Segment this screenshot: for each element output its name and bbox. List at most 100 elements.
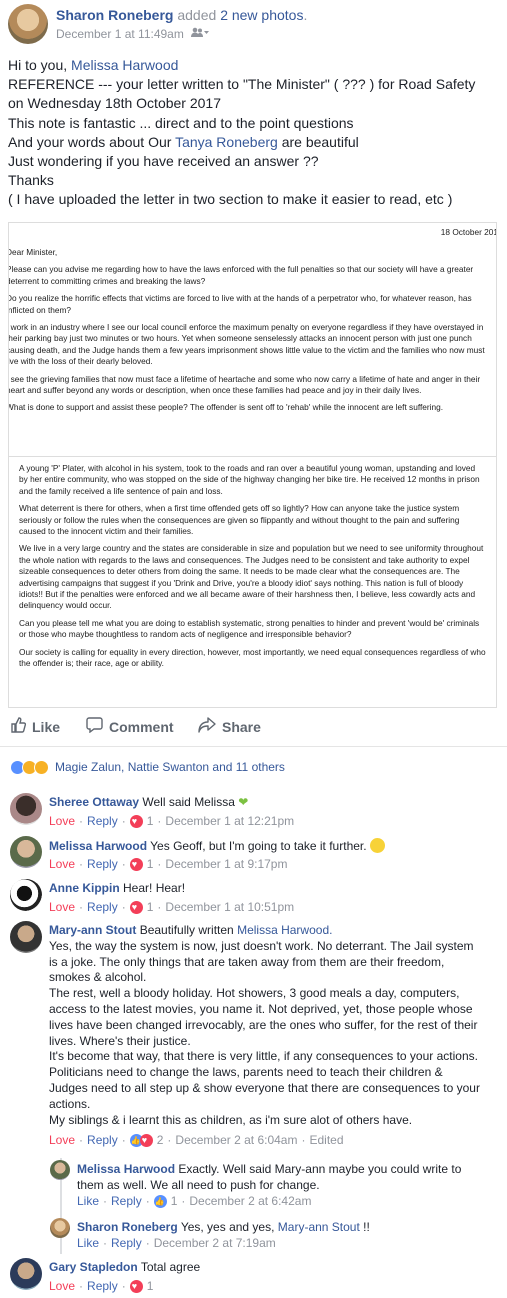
- letter-salutation: Dear Minister,: [8, 247, 58, 257]
- reply-time[interactable]: December 2 at 7:19am: [154, 1236, 276, 1250]
- comment-text: Anne Kippin Hear! Hear!: [49, 881, 499, 897]
- share-button[interactable]: Share: [198, 717, 261, 736]
- like-link[interactable]: Like: [77, 1236, 99, 1250]
- comment-line: Yes, the way the system is now, just doe…: [49, 938, 474, 953]
- comment-time[interactable]: December 2 at 6:04am: [175, 1133, 297, 1147]
- comment-time[interactable]: December 1 at 10:51pm: [165, 900, 294, 914]
- love-link[interactable]: Love: [49, 900, 75, 914]
- love-link[interactable]: Love: [49, 1279, 75, 1293]
- reply-text: Melissa Harwood Exactly. Well said Mary-…: [77, 1162, 497, 1194]
- letter2-paragraph: A young 'P' Plater, with alcohol in his …: [19, 463, 480, 496]
- commenter-avatar[interactable]: [10, 921, 42, 953]
- comment-line: It's become that way, that there is very…: [49, 1049, 478, 1064]
- reply-link[interactable]: Reply: [87, 900, 118, 914]
- mention-melissa-harwood[interactable]: Melissa Harwood.: [237, 923, 332, 937]
- body-line6: Just wondering if you have received an a…: [8, 153, 319, 170]
- reaction-names[interactable]: Magie Zalun, Nattie Swanton and 11 other…: [55, 760, 285, 774]
- commenter-name[interactable]: Mary-ann Stout: [49, 923, 136, 937]
- post-header: Sharon Roneberg added 2 new photos. Dece…: [8, 4, 503, 48]
- mention-tanya-roneberg[interactable]: Tanya Roneberg: [175, 134, 278, 150]
- love-reaction-icon: [129, 857, 143, 871]
- reaction-count[interactable]: 1: [147, 814, 154, 828]
- replier-name[interactable]: Melissa Harwood: [77, 1162, 175, 1176]
- mention-melissa-harwood[interactable]: Melissa Harwood: [71, 57, 178, 73]
- photos-link[interactable]: 2 new photos: [220, 7, 303, 23]
- comment-footer: Love · Reply · 1 · December 1 at 12:21pm: [49, 814, 294, 828]
- reply-link[interactable]: Reply: [87, 1133, 118, 1147]
- replier-avatar[interactable]: [50, 1160, 70, 1180]
- post-meta: December 1 at 11:49am: [56, 27, 210, 41]
- commenter-name[interactable]: Sheree Ottaway: [49, 795, 139, 809]
- comment-time[interactable]: December 1 at 9:17pm: [165, 857, 287, 871]
- commenter-avatar[interactable]: [10, 836, 42, 868]
- reply-link[interactable]: Reply: [87, 857, 118, 871]
- reply-link[interactable]: Reply: [111, 1236, 142, 1250]
- commenter-name[interactable]: Melissa Harwood: [49, 839, 147, 853]
- commenter-avatar[interactable]: [10, 793, 42, 825]
- comment-body-prefix: Beautifully written: [139, 923, 234, 937]
- comment-time[interactable]: December 1 at 12:21pm: [165, 814, 294, 828]
- letter-date: 18 October 201: [440, 227, 497, 237]
- commenter-name[interactable]: Anne Kippin: [49, 881, 120, 895]
- reply-link[interactable]: Reply: [111, 1194, 142, 1208]
- comment-button[interactable]: Comment: [86, 717, 174, 736]
- commenter-avatar[interactable]: [10, 879, 42, 911]
- letter1-paragraph: I work in an industry where I see our lo…: [8, 322, 485, 367]
- reply-item: Melissa Harwood Exactly. Well said Mary-…: [50, 1160, 500, 1212]
- letter-photo-2[interactable]: A young 'P' Plater, with alcohol in his …: [8, 456, 497, 708]
- body-line4: This note is fantastic ... direct and to…: [8, 114, 354, 131]
- mention-mary-ann-stout[interactable]: Mary-ann Stout: [278, 1220, 360, 1234]
- love-link[interactable]: Love: [49, 814, 75, 828]
- comment-text: Mary-ann Stout Beautifully written Melis…: [49, 923, 499, 1128]
- letter-photo-1[interactable]: 18 October 201 Dear Minister, Please can…: [8, 222, 497, 462]
- share-label: Share: [222, 718, 261, 735]
- comment-body: Well said Melissa: [142, 795, 235, 809]
- body-line1: Hi to you,: [8, 57, 68, 73]
- comment-text: Sheree Ottaway Well said Melissa ❤: [49, 795, 499, 811]
- comment-text: Melissa Harwood Yes Geoff, but I'm going…: [49, 838, 499, 855]
- comment-bubble-icon: [86, 717, 103, 736]
- replier-avatar[interactable]: [50, 1218, 70, 1238]
- reply-link[interactable]: Reply: [87, 814, 118, 828]
- smile-emoji-icon: [369, 838, 385, 853]
- body-line5-prefix: And your words about Our: [8, 133, 172, 150]
- like-button[interactable]: Like: [10, 717, 60, 736]
- letter1-paragraph: I see the grieving families that now mus…: [8, 373, 481, 396]
- reaction-count[interactable]: 1: [147, 900, 154, 914]
- reactions-summary[interactable]: Magie Zalun, Nattie Swanton and 11 other…: [10, 758, 285, 776]
- post-action-bar: Like Comment Share: [8, 712, 503, 742]
- body-line2: REFERENCE --- your letter written to "Th…: [8, 76, 476, 93]
- reply-footer: Like · Reply · 1 · December 2 at 6:42am: [77, 1194, 311, 1208]
- reaction-count[interactable]: 1: [171, 1194, 178, 1208]
- commenter-name[interactable]: Gary Stapledon: [49, 1260, 138, 1274]
- comment-line: The rest, well a bloody holiday. Hot sho…: [49, 986, 460, 1001]
- love-link[interactable]: Love: [49, 857, 75, 871]
- comment-label: Comment: [109, 718, 174, 735]
- author-avatar[interactable]: [8, 4, 48, 44]
- comment-line: Politicians need to change the laws, par…: [49, 1065, 443, 1080]
- sad-reaction-icon: [34, 759, 49, 775]
- replier-name[interactable]: Sharon Roneberg: [77, 1220, 178, 1234]
- reaction-count[interactable]: 1: [147, 857, 154, 871]
- post-timestamp[interactable]: December 1 at 11:49am: [56, 27, 184, 41]
- reply-time[interactable]: December 2 at 6:42am: [189, 1194, 311, 1208]
- reply-footer: Like · Reply · December 2 at 7:19am: [77, 1236, 276, 1250]
- audience-friends-icon[interactable]: [191, 27, 210, 41]
- post-body: Hi to you, Melissa Harwood REFERENCE ---…: [8, 56, 503, 210]
- action-suffix: .: [303, 7, 308, 23]
- comment-line: is a joke. The only things that are take…: [49, 954, 445, 969]
- letter1-paragraph: What is done to support and assist these…: [8, 402, 444, 413]
- edited-label[interactable]: Edited: [309, 1133, 343, 1147]
- commenter-avatar[interactable]: [10, 1258, 42, 1290]
- post-author-line: Sharon Roneberg added 2 new photos.: [56, 7, 307, 23]
- reply-link[interactable]: Reply: [87, 1279, 118, 1293]
- like-link[interactable]: Like: [77, 1194, 99, 1208]
- letter1-paragraph: Please can you advise me regarding how t…: [8, 264, 474, 286]
- reaction-count[interactable]: 1: [147, 1279, 154, 1293]
- reply-body-suffix: !!: [363, 1220, 370, 1234]
- comment-item: Mary-ann Stout Beautifully written Melis…: [10, 921, 500, 1153]
- reaction-count[interactable]: 2: [157, 1133, 164, 1147]
- comment-line: Judges need to all step up & show everyo…: [49, 1080, 480, 1095]
- love-link[interactable]: Love: [49, 1133, 75, 1147]
- author-name-link[interactable]: Sharon Roneberg: [56, 7, 173, 23]
